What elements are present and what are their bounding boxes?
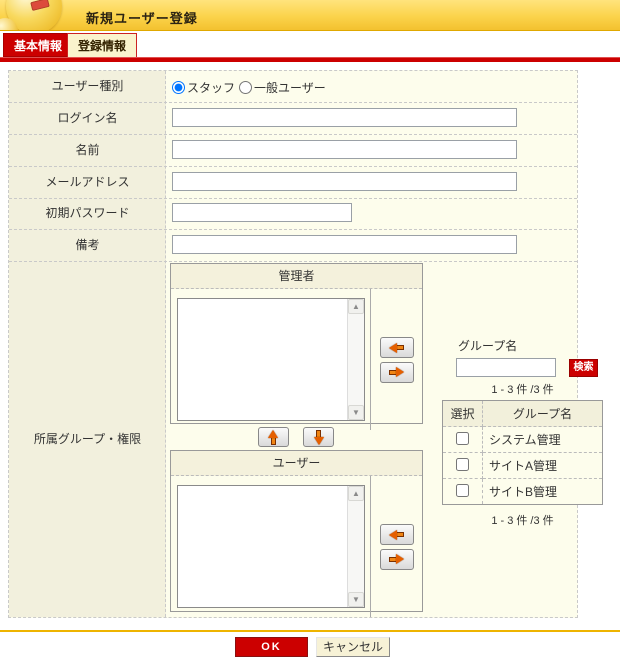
user-move-right-button[interactable]: [379, 548, 414, 570]
admin-move-right-button[interactable]: [379, 361, 414, 383]
group-checkbox-system[interactable]: [456, 431, 469, 445]
group-table-header-row: 選択 グループ名: [442, 400, 603, 427]
move-up-button[interactable]: [258, 427, 289, 447]
user-box-title: ユーザー: [171, 451, 422, 476]
table-row: システム管理: [442, 426, 603, 453]
arrow-right-icon: [389, 553, 404, 565]
label-group-permission: 所属グループ・権限: [33, 432, 142, 446]
table-row: サイトB管理: [442, 478, 603, 505]
group-name-search-label: グループ名: [458, 339, 518, 353]
note-input[interactable]: [172, 235, 517, 254]
radio-staff[interactable]: [172, 81, 185, 94]
scroll-down-icon[interactable]: ▼: [348, 405, 364, 420]
user-listbox-scrollbar[interactable]: ▲ ▼: [347, 486, 364, 607]
label-note: 備考: [75, 238, 100, 252]
admin-box-title: 管理者: [171, 264, 422, 289]
user-group-box: ユーザー ▲ ▼: [170, 450, 423, 617]
user-type-radio-group: スタッフ 一般ユーザー: [172, 79, 330, 96]
move-down-button[interactable]: [303, 427, 334, 447]
email-input[interactable]: [172, 172, 517, 191]
admin-move-buttons: [370, 289, 422, 430]
group-name-search-input[interactable]: [456, 358, 556, 377]
group-name-cell: サイトA管理: [482, 452, 603, 479]
app-header: 新規ユーザー登録: [0, 0, 620, 31]
arrow-right-icon: [389, 366, 404, 378]
ok-button[interactable]: OK: [235, 637, 308, 657]
name-input[interactable]: [172, 140, 517, 159]
radio-staff-label[interactable]: スタッフ: [187, 79, 235, 96]
admin-move-left-button[interactable]: [379, 336, 414, 358]
group-table: 選択 グループ名 システム管理 サイトA管理 サイトB管理: [442, 400, 603, 505]
arrow-left-icon: [389, 342, 404, 353]
search-button[interactable]: 検索: [569, 359, 598, 377]
table-row: サイトA管理: [442, 452, 603, 479]
arrow-up-icon: [268, 429, 279, 445]
label-name: 名前: [75, 143, 100, 157]
result-count-bottom: 1 - 3 件 /3 件: [491, 515, 554, 527]
user-box-body: ▲ ▼: [171, 476, 422, 617]
page-title: 新規ユーザー登録: [86, 11, 198, 26]
admin-group-box: 管理者 ▲ ▼: [170, 263, 423, 430]
label-initial-password: 初期パスワード: [45, 206, 130, 220]
radio-general-user-label[interactable]: 一般ユーザー: [254, 79, 326, 96]
user-move-buttons: [370, 476, 422, 617]
tab-underline-bar: [0, 57, 620, 62]
col-header-select: 選択: [442, 400, 483, 427]
group-name-cell: サイトB管理: [482, 478, 603, 505]
label-email: メールアドレス: [45, 175, 130, 189]
user-move-left-button[interactable]: [379, 523, 414, 545]
group-checkbox-site-a[interactable]: [456, 457, 469, 471]
footer-divider: [0, 630, 620, 632]
tab-basic-info[interactable]: 基本情報: [3, 33, 74, 57]
result-count-top: 1 - 3 件 /3 件: [491, 384, 554, 396]
user-listbox-wrap: ▲ ▼: [171, 476, 370, 617]
tab-registration-info[interactable]: 登録情報: [67, 33, 138, 57]
initial-password-input[interactable]: [172, 203, 352, 222]
arrow-down-icon: [313, 429, 324, 445]
scroll-up-icon[interactable]: ▲: [348, 486, 364, 501]
admin-box-body: ▲ ▼: [171, 289, 422, 430]
group-name-cell: システム管理: [482, 426, 603, 453]
admin-listbox-wrap: ▲ ▼: [171, 289, 370, 430]
label-user-type: ユーザー種別: [51, 79, 124, 93]
reorder-buttons: [258, 427, 334, 447]
tab-bar: 基本情報 登録情報: [0, 32, 620, 57]
col-header-group-name: グループ名: [482, 400, 603, 427]
scroll-down-icon[interactable]: ▼: [348, 592, 364, 607]
label-login-name: ログイン名: [57, 111, 118, 125]
new-user-registration-page: 新規ユーザー登録 基本情報 登録情報 ユーザー種別 ログイン名 名前 メールアド…: [0, 0, 620, 662]
admin-listbox-scrollbar[interactable]: ▲ ▼: [347, 299, 364, 420]
radio-general-user[interactable]: [239, 81, 253, 94]
cancel-button[interactable]: キャンセル: [316, 637, 390, 657]
scroll-up-icon[interactable]: ▲: [348, 299, 364, 314]
admin-group-listbox[interactable]: ▲ ▼: [177, 298, 365, 421]
user-group-listbox[interactable]: ▲ ▼: [177, 485, 365, 608]
arrow-left-icon: [389, 529, 404, 540]
login-name-input[interactable]: [172, 108, 517, 127]
form-table: ユーザー種別 ログイン名 名前 メールアドレス 初期パスワード 備考 所属グルー…: [8, 70, 603, 618]
group-checkbox-site-b[interactable]: [456, 483, 469, 497]
logo-block-red: [30, 0, 50, 12]
